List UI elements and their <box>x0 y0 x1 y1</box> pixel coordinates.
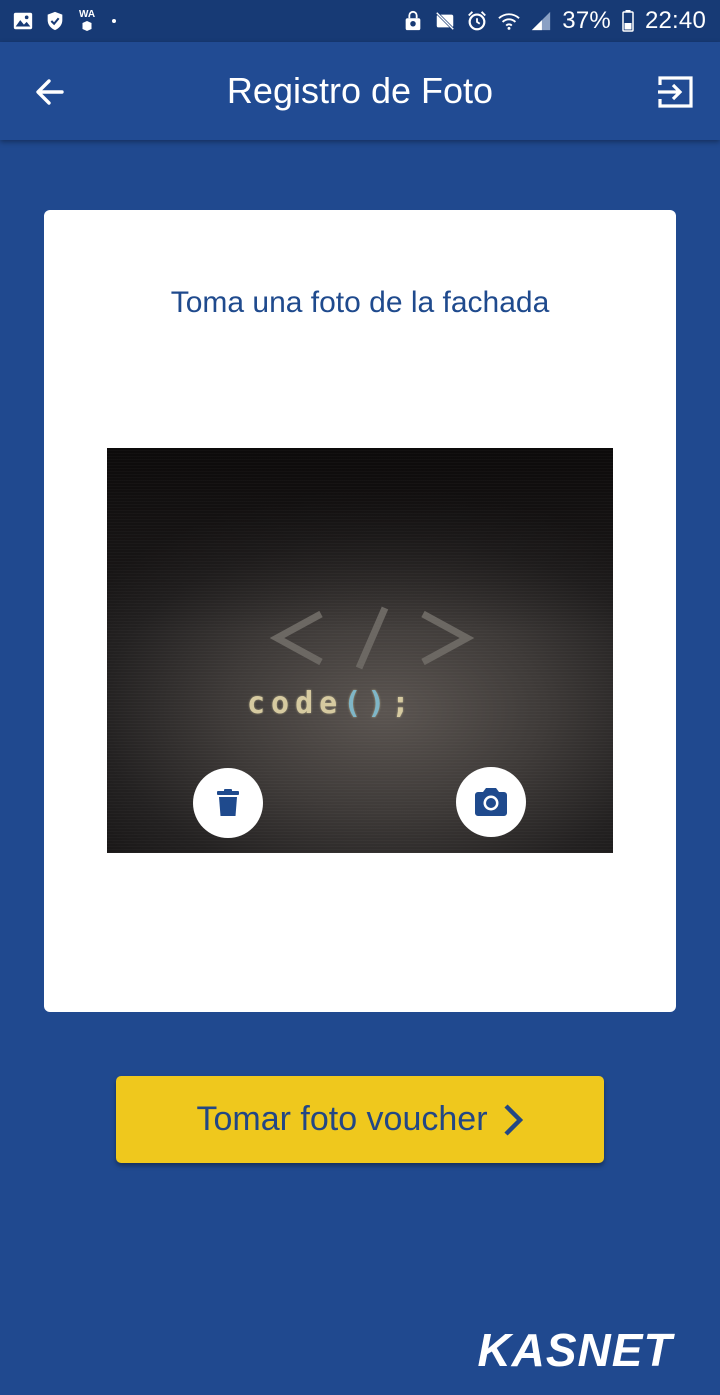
gallery-icon <box>12 10 34 32</box>
signal-icon <box>530 10 552 32</box>
chevron-right-icon <box>502 1103 524 1137</box>
card-title: Toma una foto de la fachada <box>170 286 550 319</box>
arrow-left-icon <box>36 79 64 105</box>
code-tag-graphic <box>269 606 475 670</box>
recycle-lock-icon <box>402 10 424 32</box>
exit-icon <box>658 76 693 108</box>
kasnet-logo: KASNET <box>477 1326 675 1372</box>
delete-photo-button[interactable] <box>193 768 263 838</box>
code-word: code <box>247 686 344 721</box>
battery-percent: 37% <box>562 7 611 34</box>
wifi-icon <box>498 10 521 32</box>
wa-box-icon: WA <box>76 10 98 32</box>
app-bar: Registro de Foto <box>0 42 720 140</box>
page-title: Registro de Foto <box>226 70 494 111</box>
photo-card: Toma una foto de la fachada code(); <box>44 210 676 1012</box>
clock: 22:40 <box>644 7 706 34</box>
alarm-icon <box>466 10 488 32</box>
screen: WA 37% 22:40 Registro de Foto Toma una f… <box>0 0 720 1395</box>
status-bar-system: 37% 22:40 <box>402 7 706 35</box>
take-voucher-photo-button[interactable]: Tomar foto voucher <box>116 1076 604 1163</box>
code-parens: () <box>343 686 392 721</box>
status-bar-notifications: WA <box>12 10 116 32</box>
notifications-off-icon <box>434 10 456 32</box>
facade-photo-preview: code(); <box>107 448 613 853</box>
more-notifications-dot <box>112 19 116 23</box>
trash-icon <box>217 789 239 816</box>
code-semicolon: ; <box>391 686 416 721</box>
back-button[interactable] <box>30 72 70 112</box>
voucher-button-label: Tomar foto voucher <box>196 1100 488 1138</box>
svg-text:KASNET: KASNET <box>477 1326 675 1372</box>
battery-icon <box>621 10 635 32</box>
camera-icon <box>475 788 507 816</box>
retake-photo-button[interactable] <box>456 767 526 837</box>
shield-icon <box>44 10 66 32</box>
wa-label: WA <box>78 9 96 20</box>
code-text-graphic: code(); <box>247 686 415 721</box>
status-bar: WA 37% 22:40 <box>0 0 720 42</box>
logout-button[interactable] <box>654 70 698 114</box>
